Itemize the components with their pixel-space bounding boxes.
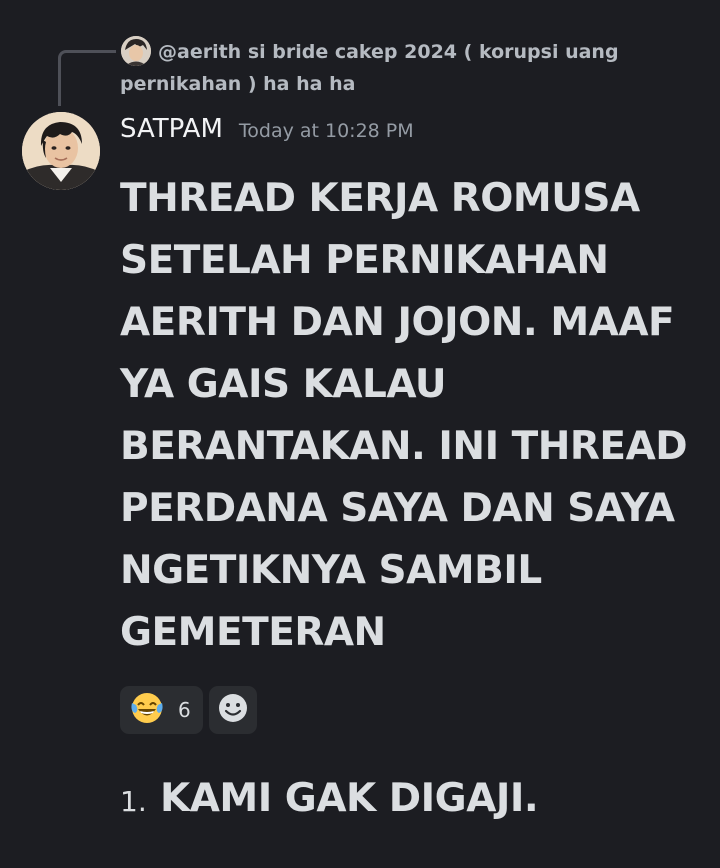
reply-preview[interactable]: @aerith si bride cakep 2024 ( korupsi ua… xyxy=(120,36,680,100)
reply-mention[interactable]: @aerith si bride cakep 2024 xyxy=(158,41,457,63)
author-username[interactable]: SATPAM xyxy=(120,114,223,144)
reply-reference[interactable]: @aerith si bride cakep 2024 ( korupsi ua… xyxy=(0,0,720,110)
list-text: KAMI GAK DIGAJI. xyxy=(160,776,539,821)
author-avatar[interactable] xyxy=(22,112,100,190)
reply-avatar[interactable] xyxy=(121,36,151,66)
laughing-tears-emoji-icon xyxy=(130,691,164,729)
message-header: SATPAM Today at 10:28 PM xyxy=(120,114,414,154)
list-number: 1. xyxy=(120,785,147,818)
reply-spine-line xyxy=(58,50,116,106)
message-timestamp[interactable]: Today at 10:28 PM xyxy=(239,120,414,142)
reaction-pill[interactable]: 6 xyxy=(120,686,203,734)
smiley-add-reaction-icon xyxy=(216,691,250,729)
message-body: THREAD KERJA ROMUSA SETELAH PERNIKAHAN A… xyxy=(120,176,688,655)
list-item: 1. KAMI GAK DIGAJI. xyxy=(120,776,539,821)
add-reaction-button[interactable] xyxy=(208,686,257,734)
reaction-count: 6 xyxy=(178,698,191,722)
reaction-bar: 6 xyxy=(120,686,257,734)
